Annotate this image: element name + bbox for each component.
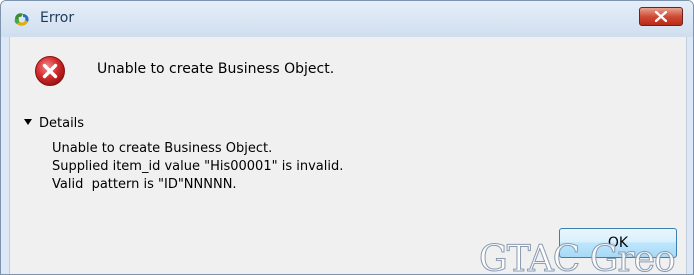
title-bar[interactable]: Error — [1, 1, 693, 37]
app-icon — [12, 10, 32, 28]
expand-arrow-icon[interactable] — [24, 119, 32, 125]
details-line: Unable to create Business Object. — [52, 141, 273, 156]
details-line: Supplied item_id value "His00001" is inv… — [52, 159, 344, 174]
details-line: Valid pattern is "ID"NNNNN. — [52, 177, 237, 192]
error-icon — [34, 55, 66, 87]
close-button[interactable] — [639, 7, 683, 26]
dialog-body: Unable to create Business Object. Detail… — [9, 37, 687, 274]
error-message: Unable to create Business Object. — [97, 61, 335, 77]
details-toggle[interactable]: Details — [24, 116, 84, 131]
details-label: Details — [39, 116, 85, 131]
close-icon — [655, 11, 667, 22]
window-title: Error — [40, 10, 75, 26]
error-dialog: Error Unable to create Business Object. … — [0, 0, 694, 275]
details-text: Unable to create Business Object. Suppli… — [52, 140, 343, 194]
ok-button[interactable]: OK — [559, 228, 677, 258]
